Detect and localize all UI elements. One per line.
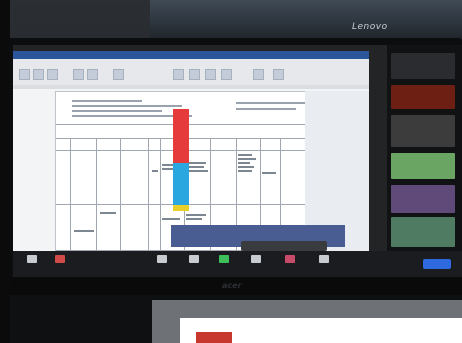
ribbon-button[interactable]	[47, 69, 58, 80]
shared-document-window	[13, 51, 369, 253]
video-icon	[55, 255, 65, 263]
table-cell-text	[100, 212, 116, 214]
table-cell-text	[238, 166, 254, 168]
ribbon-button[interactable]	[87, 69, 98, 80]
table-cell-text	[74, 230, 94, 232]
mute-button[interactable]	[17, 255, 47, 265]
document-text-line	[236, 102, 306, 104]
red-highlighted-cell	[173, 109, 189, 163]
participant-tile[interactable]	[391, 153, 455, 179]
acer-logo: acer	[222, 281, 242, 290]
ribbon-button[interactable]	[19, 69, 30, 80]
share-screen-icon	[219, 255, 229, 263]
document-ribbon	[13, 59, 369, 86]
apps-button[interactable]	[309, 255, 339, 265]
table-cell-text	[238, 154, 252, 156]
record-button[interactable]	[241, 255, 271, 265]
mic-icon	[27, 255, 37, 263]
table-border	[56, 138, 346, 139]
video-button[interactable]	[45, 255, 75, 265]
participant-tile[interactable]	[391, 217, 455, 247]
ribbon-button[interactable]	[221, 69, 232, 80]
table-border	[56, 204, 346, 205]
participant-tile[interactable]	[391, 85, 455, 109]
ribbon-button[interactable]	[273, 69, 284, 80]
photo-edge	[0, 0, 10, 343]
document-text-line	[72, 105, 182, 107]
yellow-highlighted-cell	[173, 205, 189, 211]
table-border	[56, 150, 346, 151]
ribbon-button[interactable]	[173, 69, 184, 80]
table-cell-text	[186, 218, 202, 220]
table-cell-text	[238, 162, 250, 164]
table-border	[160, 138, 161, 250]
participants-button[interactable]	[147, 255, 177, 265]
screen-share-banner[interactable]	[241, 241, 327, 251]
document-ruler	[13, 85, 369, 89]
reactions-icon	[285, 255, 295, 263]
ribbon-button[interactable]	[253, 69, 264, 80]
table-cell-text	[152, 170, 158, 172]
monitor-screen	[13, 45, 462, 277]
apps-icon	[319, 255, 329, 263]
table-border	[148, 138, 149, 250]
participants-icon	[157, 255, 167, 263]
leave-button[interactable]	[423, 259, 451, 269]
table-cell-text	[262, 172, 276, 174]
record-icon	[251, 255, 261, 263]
chat-button[interactable]	[179, 255, 209, 265]
table-cell-text	[238, 158, 256, 160]
lenovo-logo: Lenovo	[352, 22, 388, 32]
table-border	[56, 124, 346, 125]
blue-highlighted-cell	[173, 163, 189, 205]
participant-gallery	[387, 45, 462, 255]
ribbon-button[interactable]	[73, 69, 84, 80]
table-cell-text	[186, 214, 206, 216]
participant-tile[interactable]	[391, 115, 455, 147]
meeting-toolbar	[13, 251, 462, 277]
table-cell-text	[238, 170, 252, 172]
participant-tile[interactable]	[391, 53, 455, 79]
reactions-button[interactable]	[275, 255, 305, 265]
document-title-bar	[13, 51, 369, 59]
document-text-line	[72, 100, 142, 102]
table-cell-text	[186, 170, 208, 172]
chat-icon	[189, 255, 199, 263]
ribbon-button[interactable]	[189, 69, 200, 80]
table-border	[96, 138, 97, 250]
table-border	[120, 138, 121, 250]
ribbon-button[interactable]	[33, 69, 44, 80]
second-monitor	[150, 0, 462, 42]
ribbon-button[interactable]	[205, 69, 216, 80]
table-border	[70, 138, 71, 250]
participant-tile[interactable]	[391, 185, 455, 213]
document-text-line	[236, 108, 296, 110]
ribbon-button[interactable]	[113, 69, 124, 80]
laptop-screen-content	[196, 332, 232, 343]
table-cell-text	[162, 218, 180, 220]
table-cell-text	[186, 162, 206, 164]
share-screen-button[interactable]	[209, 255, 239, 265]
document-text-line	[72, 110, 162, 112]
